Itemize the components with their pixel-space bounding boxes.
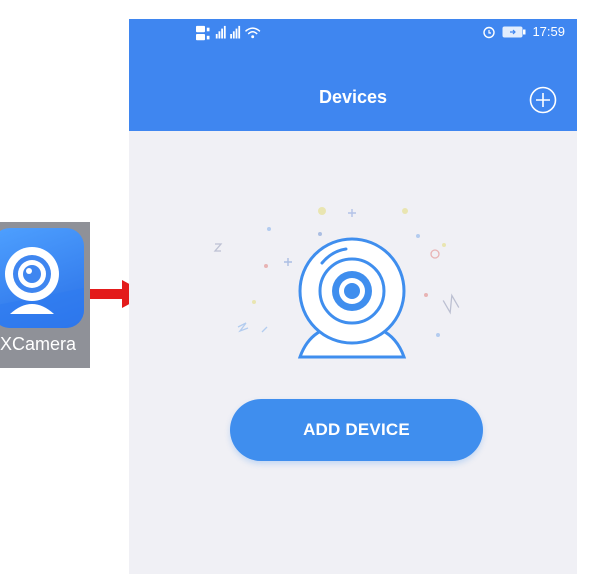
- app-launcher-tile[interactable]: XCamera: [0, 222, 90, 368]
- status-time: 17:59: [532, 24, 565, 39]
- webcam-icon: [213, 207, 460, 359]
- app-label: XCamera: [0, 334, 77, 354]
- app-header: 17:59 Devices: [129, 19, 577, 131]
- status-right: 17:59: [482, 24, 565, 39]
- webcam-icon: [0, 228, 84, 328]
- phone-screen: 17:59 Devices ADD DEVICE: [129, 19, 577, 574]
- alarm-icon: [483, 26, 496, 38]
- plus-circle-icon[interactable]: [529, 86, 557, 114]
- page-title: Devices: [318, 87, 388, 107]
- signal-icon: [196, 25, 261, 41]
- add-device-button[interactable]: ADD DEVICE: [230, 399, 483, 461]
- battery-charging-icon: [502, 26, 526, 37]
